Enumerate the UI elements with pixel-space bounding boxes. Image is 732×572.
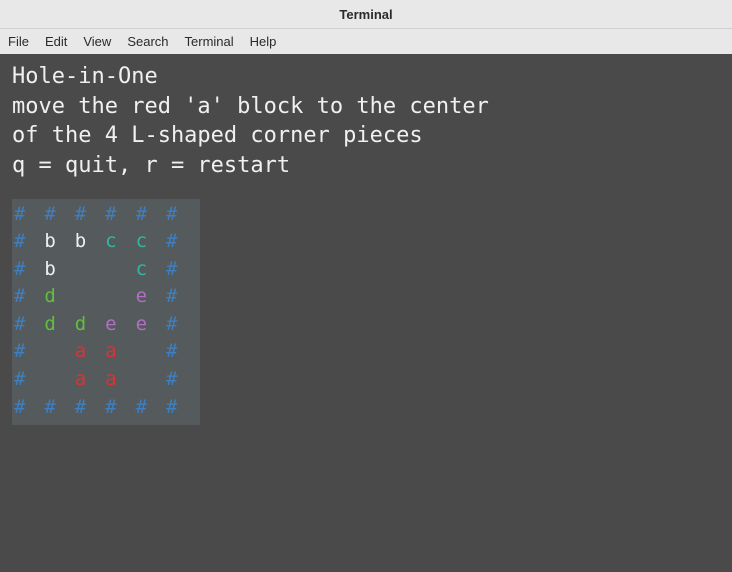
cell-d: d [44,311,74,339]
board-row: #d e# [14,283,196,311]
cell-wall: # [44,394,74,422]
menu-help[interactable]: Help [250,34,277,49]
cell-c: c [136,228,166,256]
cell-wall: # [136,201,166,229]
cell-c: c [136,256,166,284]
game-controls: q = quit, r = restart [12,151,720,181]
cell-b: b [75,228,105,256]
cell-wall: # [14,228,44,256]
cell-wall: # [14,283,44,311]
cell-b: b [44,256,74,284]
cell-wall: # [166,338,196,366]
board-row: # aa # [14,338,196,366]
cell-wall: # [166,394,196,422]
cell-empty [136,338,166,366]
cell-a: a [105,338,135,366]
window-titlebar: Terminal [0,0,732,28]
cell-b: b [44,228,74,256]
cell-wall: # [14,338,44,366]
cell-e: e [136,283,166,311]
cell-wall: # [75,394,105,422]
game-instructions-2: of the 4 L-shaped corner pieces [12,121,720,151]
cell-d: d [75,311,105,339]
cell-empty [75,283,105,311]
board-row: ###### [14,394,196,422]
board-row: # aa # [14,366,196,394]
terminal-output[interactable]: Hole-in-One move the red 'a' block to th… [0,54,732,433]
cell-wall: # [166,283,196,311]
cell-wall: # [14,366,44,394]
menubar: File Edit View Search Terminal Help [0,28,732,54]
cell-wall: # [166,366,196,394]
menu-file[interactable]: File [8,34,29,49]
board-row: ###### [14,201,196,229]
window-title: Terminal [339,7,392,22]
cell-empty [105,256,135,284]
cell-wall: # [14,311,44,339]
cell-wall: # [166,201,196,229]
cell-wall: # [44,201,74,229]
board-row: #bbcc# [14,228,196,256]
cell-wall: # [14,201,44,229]
cell-empty [44,366,74,394]
cell-wall: # [75,201,105,229]
cell-d: d [44,283,74,311]
cell-a: a [75,338,105,366]
cell-wall: # [166,256,196,284]
cell-a: a [105,366,135,394]
game-instructions-1: move the red 'a' block to the center [12,92,720,122]
cell-c: c [105,228,135,256]
cell-empty [136,366,166,394]
cell-empty [44,338,74,366]
cell-e: e [105,311,135,339]
game-title: Hole-in-One [12,62,720,92]
cell-a: a [75,366,105,394]
menu-edit[interactable]: Edit [45,34,67,49]
cell-empty [75,256,105,284]
menu-search[interactable]: Search [127,34,168,49]
menu-terminal[interactable]: Terminal [185,34,234,49]
cell-wall: # [166,228,196,256]
cell-wall: # [105,394,135,422]
cell-empty [105,283,135,311]
cell-wall: # [136,394,166,422]
menu-view[interactable]: View [83,34,111,49]
cell-wall: # [105,201,135,229]
cell-wall: # [166,311,196,339]
cell-e: e [136,311,166,339]
cell-wall: # [14,256,44,284]
game-board: #######bbcc##b c##d e##ddee## aa ## aa #… [12,199,200,425]
board-row: #b c# [14,256,196,284]
game-intro: Hole-in-One move the red 'a' block to th… [12,62,720,181]
board-row: #ddee# [14,311,196,339]
cell-wall: # [14,394,44,422]
